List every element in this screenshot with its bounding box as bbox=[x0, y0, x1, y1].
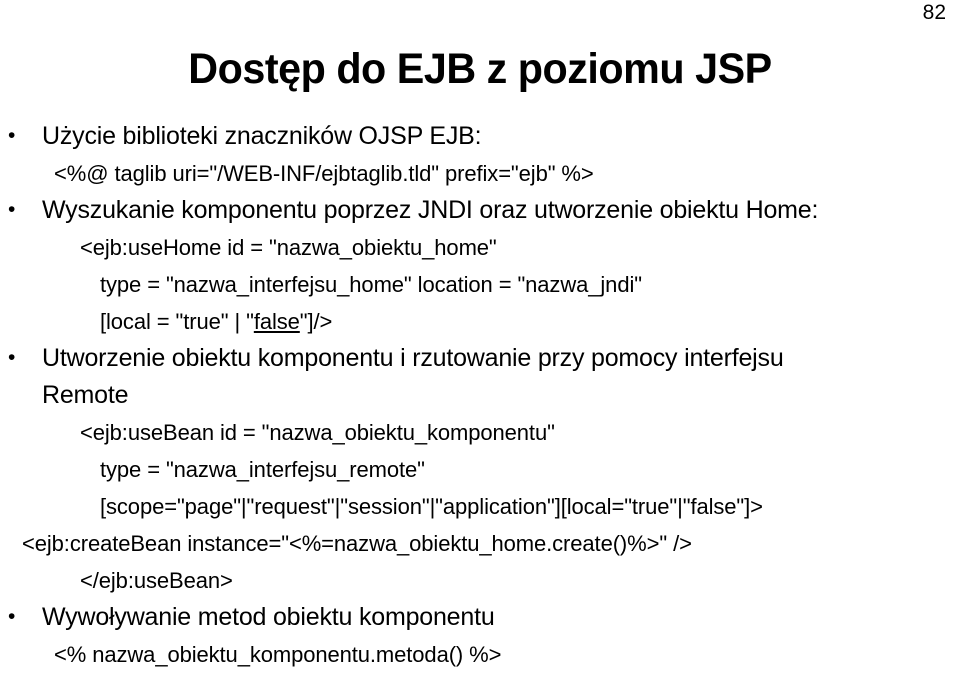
bullet-icon: • bbox=[8, 605, 16, 628]
bullet-line: • Użycie biblioteki znaczników OJSP EJB: bbox=[0, 118, 960, 155]
code-line: <ejb:useHome id = "nazwa_obiektu_home" bbox=[0, 229, 960, 266]
code-line: <ejb:useBean id = "nazwa_obiektu_kompone… bbox=[0, 414, 960, 451]
line-text: type = "nazwa_interfejsu_home" location … bbox=[100, 272, 642, 297]
code-line: [local = "true" | "false"]/> bbox=[0, 303, 960, 340]
bullet-line: • Utworzenie obiektu komponentu i rzutowa… bbox=[0, 340, 960, 377]
plain-token: "]/> bbox=[299, 309, 333, 334]
line-text: </ejb:useBean> bbox=[80, 568, 233, 593]
bullet-line: • Wywoływanie metod obiektu komponentu bbox=[0, 599, 960, 636]
line-text: Remote bbox=[42, 381, 129, 409]
line-text: <%@ taglib uri="/WEB-INF/ejbtaglib.tld" … bbox=[54, 161, 594, 186]
slide-number: 82 bbox=[922, 1, 946, 24]
presentation-slide: { "slide": { "number": "82", "title": "D… bbox=[0, 0, 960, 667]
code-line: type = "nazwa_interfejsu_home" location … bbox=[0, 266, 960, 303]
code-line: Remote bbox=[0, 377, 960, 414]
slide-content-body: • Użycie biblioteki znaczników OJSP EJB: <… bbox=[0, 118, 960, 673]
code-line: <ejb:createBean instance="<%=nazwa_obiek… bbox=[0, 525, 960, 562]
plain-token: [local = "true" | " bbox=[100, 309, 254, 334]
line-text: Utworzenie obiektu komponentu i rzutowan… bbox=[42, 344, 784, 372]
line-text: <% nazwa_obiektu_komponentu.metoda() %> bbox=[54, 642, 502, 667]
bullet-icon: • bbox=[8, 198, 16, 221]
line-text: <ejb:useBean id = "nazwa_obiektu_kompone… bbox=[80, 420, 555, 445]
line-text: <ejb:useHome id = "nazwa_obiektu_home" bbox=[80, 235, 497, 260]
bullet-line: • Wyszukanie komponentu poprzez JNDI oraz… bbox=[0, 192, 960, 229]
line-text: Użycie biblioteki znaczników OJSP EJB: bbox=[42, 122, 482, 150]
code-line: <%@ taglib uri="/WEB-INF/ejbtaglib.tld" … bbox=[0, 155, 960, 192]
line-text: [scope="page"|"request"|"session"|"appli… bbox=[100, 494, 763, 519]
underlined-token: false bbox=[253, 309, 300, 334]
line-text: type = "nazwa_interfejsu_remote" bbox=[100, 457, 425, 482]
code-line: </ejb:useBean> bbox=[0, 562, 960, 599]
bullet-icon: • bbox=[8, 124, 16, 147]
code-line: <% nazwa_obiektu_komponentu.metoda() %> bbox=[0, 636, 960, 673]
page-title: Dostęp do EJB z poziomu JSP bbox=[188, 44, 772, 93]
code-line: [scope="page"|"request"|"session"|"appli… bbox=[0, 488, 960, 525]
line-text: Wywoływanie metod obiektu komponentu bbox=[42, 603, 495, 631]
line-text: Wyszukanie komponentu poprzez JNDI oraz … bbox=[42, 196, 819, 224]
bullet-icon: • bbox=[8, 346, 16, 369]
code-line: type = "nazwa_interfejsu_remote" bbox=[0, 451, 960, 488]
line-text: [local = "true" | "false"]/> bbox=[100, 309, 332, 334]
line-text: <ejb:createBean instance="<%=nazwa_obiek… bbox=[22, 531, 692, 556]
